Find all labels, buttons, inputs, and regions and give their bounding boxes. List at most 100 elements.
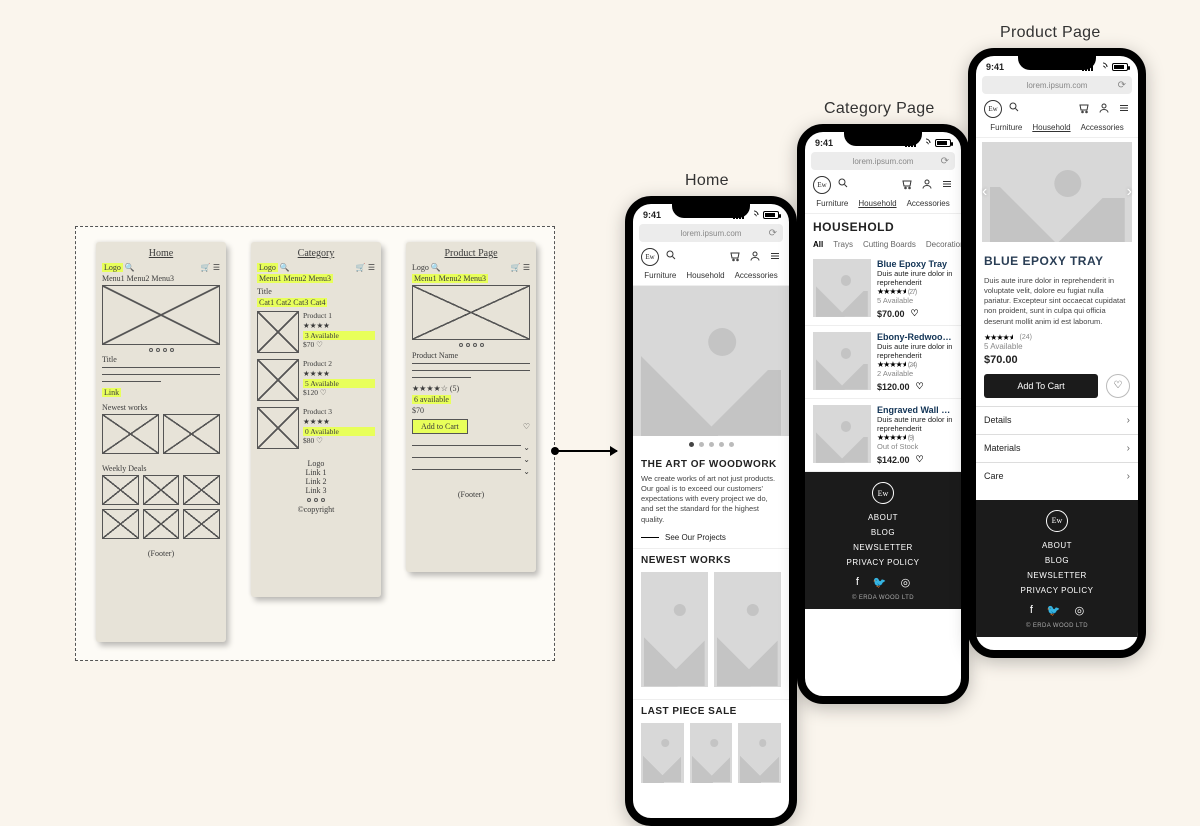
- battery-icon: [935, 139, 951, 147]
- twitter-icon[interactable]: 🐦: [873, 576, 887, 589]
- nav-accessories[interactable]: Accessories: [907, 199, 950, 208]
- battery-icon: [1112, 63, 1128, 71]
- sale-item[interactable]: [690, 723, 733, 783]
- sketch-product-title: Product Page: [412, 248, 530, 259]
- favorite-button[interactable]: ♡: [1106, 374, 1130, 398]
- top-bar: Ew: [633, 246, 789, 268]
- nav-furniture[interactable]: Furniture: [644, 271, 676, 280]
- twitter-icon[interactable]: 🐦: [1047, 604, 1061, 617]
- sale-item[interactable]: [641, 723, 684, 783]
- footer-link-about[interactable]: ABOUT: [976, 538, 1138, 553]
- product-thumb: [813, 332, 871, 390]
- logo-icon[interactable]: Ew: [641, 248, 659, 266]
- accordion-materials[interactable]: Materials›: [976, 434, 1138, 462]
- footer-link-privacy[interactable]: PRIVACY POLICY: [976, 583, 1138, 598]
- menu-icon[interactable]: [941, 178, 953, 193]
- facebook-icon[interactable]: f: [856, 576, 859, 589]
- tab-trays[interactable]: Trays: [833, 240, 853, 249]
- user-icon[interactable]: [921, 178, 933, 193]
- newest-item[interactable]: [714, 572, 781, 687]
- product-row[interactable]: Blue Epoxy Tray Duis aute irure dolor in…: [805, 253, 961, 326]
- battery-icon: [763, 211, 779, 219]
- carousel-dots[interactable]: [633, 436, 789, 453]
- hero-link[interactable]: See Our Projects: [633, 527, 789, 548]
- carousel-next-icon[interactable]: ›: [1123, 179, 1136, 205]
- footer-link-blog[interactable]: BLOG: [976, 553, 1138, 568]
- user-icon[interactable]: [1098, 102, 1110, 117]
- instagram-icon[interactable]: ◎: [1075, 604, 1085, 617]
- footer-logo-icon[interactable]: Ew: [1046, 510, 1068, 532]
- url-bar[interactable]: lorem.ipsum.com⟳: [982, 76, 1132, 94]
- notch: [672, 204, 750, 218]
- rating-stars: ★★★★★ (9): [877, 433, 953, 442]
- category-nav: Furniture Household Accessories: [633, 268, 789, 286]
- chevron-right-icon: ›: [1127, 415, 1130, 426]
- sale-title: LAST PIECE SALE: [633, 699, 789, 719]
- search-icon[interactable]: [837, 176, 849, 194]
- rating-stars: ★★★★★ (27): [877, 287, 953, 296]
- footer-copyright: © ERDA WOOD LTD: [976, 623, 1138, 629]
- nav-household[interactable]: Household: [858, 199, 896, 208]
- heart-icon[interactable]: ♡: [911, 308, 919, 319]
- accordion-care[interactable]: Care›: [976, 462, 1138, 490]
- nav-accessories[interactable]: Accessories: [735, 271, 778, 280]
- nav-furniture[interactable]: Furniture: [990, 123, 1022, 132]
- footer: Ew ABOUT BLOG NEWSLETTER PRIVACY POLICY …: [976, 500, 1138, 637]
- sale-item[interactable]: [738, 723, 781, 783]
- heart-icon[interactable]: ♡: [916, 381, 924, 392]
- cart-icon[interactable]: [729, 250, 741, 265]
- notch: [1018, 56, 1096, 70]
- footer-link-newsletter[interactable]: NEWSLETTER: [805, 540, 961, 555]
- menu-icon[interactable]: [769, 250, 781, 265]
- add-to-cart-button[interactable]: Add To Cart: [984, 374, 1098, 398]
- nav-accessories[interactable]: Accessories: [1081, 123, 1124, 132]
- url-bar[interactable]: lorem.ipsum.com⟳: [639, 224, 783, 242]
- footer-link-newsletter[interactable]: NEWSLETTER: [976, 568, 1138, 583]
- search-icon[interactable]: [1008, 100, 1020, 118]
- product-row[interactable]: Ebony-Redwood Cutting Board Duis aute ir…: [805, 326, 961, 399]
- cart-icon[interactable]: [1078, 102, 1090, 117]
- wifi-icon: [1097, 61, 1110, 74]
- heart-icon[interactable]: ♡: [916, 454, 924, 465]
- tab-all[interactable]: All: [813, 240, 823, 249]
- product-name: Ebony-Redwood Cutting Board: [877, 332, 953, 342]
- accordion-details[interactable]: Details›: [976, 406, 1138, 434]
- chevron-right-icon: ›: [1127, 471, 1130, 482]
- tab-decoration[interactable]: Decoration: [926, 240, 961, 249]
- reload-icon[interactable]: ⟳: [941, 156, 949, 167]
- label-category: Category Page: [824, 100, 935, 118]
- newest-item[interactable]: [641, 572, 708, 687]
- footer-link-privacy[interactable]: PRIVACY POLICY: [805, 555, 961, 570]
- wifi-icon: [748, 209, 761, 222]
- footer-link-blog[interactable]: BLOG: [805, 525, 961, 540]
- reload-icon[interactable]: ⟳: [769, 228, 777, 239]
- nav-furniture[interactable]: Furniture: [816, 199, 848, 208]
- arrow-icon: [555, 450, 617, 452]
- rating-stars: ★★★★★ (24): [877, 360, 953, 369]
- sketch-category: Category Logo🔍🛒 ☰ Menu1 Menu2 Menu3 Titl…: [251, 242, 381, 597]
- phone-product: 9:41 lorem.ipsum.com⟳ Ew Furniture House…: [968, 48, 1146, 658]
- cart-icon[interactable]: [901, 178, 913, 193]
- tab-cutting[interactable]: Cutting Boards: [863, 240, 916, 249]
- user-icon[interactable]: [749, 250, 761, 265]
- hero-image[interactable]: [633, 286, 789, 436]
- menu-icon[interactable]: [1118, 102, 1130, 117]
- logo-icon[interactable]: Ew: [813, 176, 831, 194]
- chevron-right-icon: ›: [1127, 443, 1130, 454]
- notch: [844, 132, 922, 146]
- carousel-prev-icon[interactable]: ‹: [978, 179, 991, 205]
- newest-title: NEWEST WORKS: [633, 548, 789, 568]
- facebook-icon[interactable]: f: [1030, 604, 1033, 617]
- product-price: $70.00: [976, 354, 1138, 366]
- footer-link-about[interactable]: ABOUT: [805, 510, 961, 525]
- product-carousel[interactable]: ‹ ›: [976, 142, 1138, 242]
- url-bar[interactable]: lorem.ipsum.com⟳: [811, 152, 955, 170]
- product-row[interactable]: Engraved Wall Crest Duis aute irure dolo…: [805, 399, 961, 472]
- logo-icon[interactable]: Ew: [984, 100, 1002, 118]
- search-icon[interactable]: [665, 248, 677, 266]
- reload-icon[interactable]: ⟳: [1118, 80, 1126, 91]
- nav-household[interactable]: Household: [1032, 123, 1070, 132]
- nav-household[interactable]: Household: [686, 271, 724, 280]
- footer-logo-icon[interactable]: Ew: [872, 482, 894, 504]
- instagram-icon[interactable]: ◎: [901, 576, 911, 589]
